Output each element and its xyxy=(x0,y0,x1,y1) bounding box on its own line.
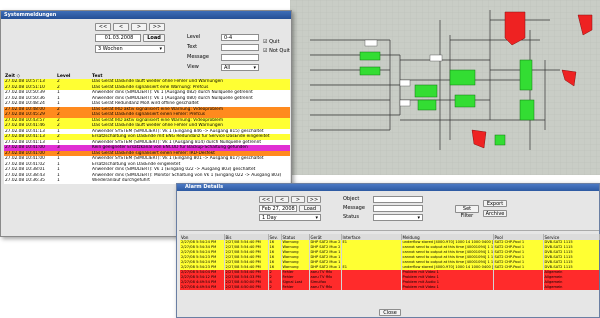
not-quit-checkbox[interactable]: ☑ Not Quit xyxy=(263,48,290,54)
table-cell: cannot send to output at this time [4000… xyxy=(401,245,494,250)
date-field[interactable]: Feb 27, 2008 xyxy=(259,205,297,212)
next-button[interactable]: > xyxy=(131,23,147,31)
archive-button[interactable]: Archive xyxy=(483,210,507,217)
status-select[interactable]: ▾ xyxy=(373,214,423,221)
view-select[interactable]: All ▾ xyxy=(221,64,259,71)
window-titlebar: Systemmeldungen xyxy=(1,11,291,19)
chevron-down-icon: ▾ xyxy=(315,215,318,221)
table-cell: 2/27/08 4:50:00 PM xyxy=(224,285,269,290)
table-cell: DHP SAT2 Mux 2 xyxy=(309,240,342,245)
text-label: Text xyxy=(187,44,198,50)
table-cell: Problem mit Video 1 xyxy=(401,285,494,290)
table-cell: 2 xyxy=(268,285,282,290)
table-cell: DHP SAT2 Mux 2 xyxy=(309,245,342,250)
message-label: Message xyxy=(343,205,365,211)
next-button[interactable]: > xyxy=(291,196,305,203)
table-cell: Anwender SYSTEM (SIMULIERT): Vk 1 (Einga… xyxy=(92,156,264,162)
view-label: View xyxy=(187,64,199,70)
load-button[interactable]: Load xyxy=(143,34,165,42)
status-label: Status xyxy=(343,214,359,220)
message-field[interactable] xyxy=(221,54,259,61)
text-field[interactable] xyxy=(221,44,259,51)
messages-table: Zeit ◇ Level Text 27.02.08 10:57:13 2 Das … xyxy=(4,73,290,184)
chevron-down-icon: ▾ xyxy=(417,215,420,221)
table-cell: Ersatzschaltung von DasEnde mit ENG Redu… xyxy=(92,134,270,140)
close-button[interactable]: Close xyxy=(379,309,401,316)
prev-button[interactable]: < xyxy=(113,23,129,31)
range-select[interactable]: 3 Wochen ▾ xyxy=(95,45,165,53)
range-select[interactable]: 1 Day ▾ xyxy=(259,214,321,221)
last-button[interactable]: >> xyxy=(307,196,321,203)
level-field[interactable]: 0-4 xyxy=(221,34,259,41)
table-cell: Allgemein xyxy=(543,285,600,290)
window-titlebar: Alarm Details xyxy=(177,184,599,191)
prev-button[interactable]: < xyxy=(275,196,289,203)
alarm-table: Von Bis Sev. Status Gerät Interface Meldung Poo… xyxy=(180,234,600,290)
table-cell: DHP SAT2 Mux 1 xyxy=(309,255,342,260)
message-label: Message xyxy=(187,54,209,60)
window-title: Systemmeldungen xyxy=(4,12,57,18)
object-label: Object xyxy=(343,196,360,202)
table-cell: aaru TV fMx xyxy=(309,285,342,290)
chevron-down-icon: ▾ xyxy=(253,65,256,71)
network-diagram-background xyxy=(290,0,600,175)
not-quit-label: Not Quit xyxy=(269,48,290,54)
table-cell: cannot send to output at this time [4000… xyxy=(401,255,494,260)
range-value: 3 Wochen xyxy=(98,46,123,52)
object-field[interactable] xyxy=(373,196,423,203)
range-value: 1 Day xyxy=(262,215,277,221)
table-cell: 27.02.08 10:36:35 xyxy=(5,178,45,184)
table-cell: cannot send to output at this time [4000… xyxy=(401,260,494,265)
last-button[interactable]: >> xyxy=(149,23,165,31)
table-row[interactable]: 2/27/08 4:49:54 PM 2/27/08 4:50:00 PM 2 Feh… xyxy=(180,285,600,290)
first-button[interactable]: << xyxy=(95,23,111,31)
table-cell: 2/27/08 4:49:54 PM xyxy=(180,285,225,290)
quit-label: Quit xyxy=(269,39,280,45)
first-button[interactable]: << xyxy=(259,196,273,203)
table-cell: DHP SAT2 Mux 1 xyxy=(309,250,342,255)
table-cell: Fehler xyxy=(281,285,310,290)
message-field[interactable] xyxy=(373,205,423,212)
table-cell: 1 xyxy=(57,178,60,184)
table-cell: cannot send to output at this time [4000… xyxy=(401,250,494,255)
view-value: All xyxy=(224,65,231,71)
table-cell: DHP SAT2 Mux 1 xyxy=(309,260,342,265)
date-field[interactable]: 01.03.2008 xyxy=(95,34,141,42)
table-cell xyxy=(341,285,402,290)
table-cell: underflow stored [4000-970] 1000 14 1000… xyxy=(401,265,494,270)
load-button[interactable]: Load xyxy=(299,205,321,212)
window-title: Alarm Details xyxy=(185,184,224,190)
alarm-details-window: Alarm Details << < > >> Feb 27, 2008 Loa… xyxy=(176,183,600,318)
quit-checkbox[interactable]: ☑ Quit xyxy=(263,39,280,45)
table-cell xyxy=(493,285,544,290)
level-label: Level xyxy=(187,34,201,40)
table-cell: underflow stored [4000-970] 1000 14 1000… xyxy=(401,240,494,245)
table-cell: DHP SAT2 Mux 1 xyxy=(309,265,342,270)
divider xyxy=(179,230,599,232)
chevron-down-icon: ▾ xyxy=(159,46,162,52)
network-diagram xyxy=(290,0,600,175)
export-button[interactable]: Export xyxy=(483,200,507,207)
set-filter-button[interactable]: Set Filter xyxy=(455,205,479,219)
